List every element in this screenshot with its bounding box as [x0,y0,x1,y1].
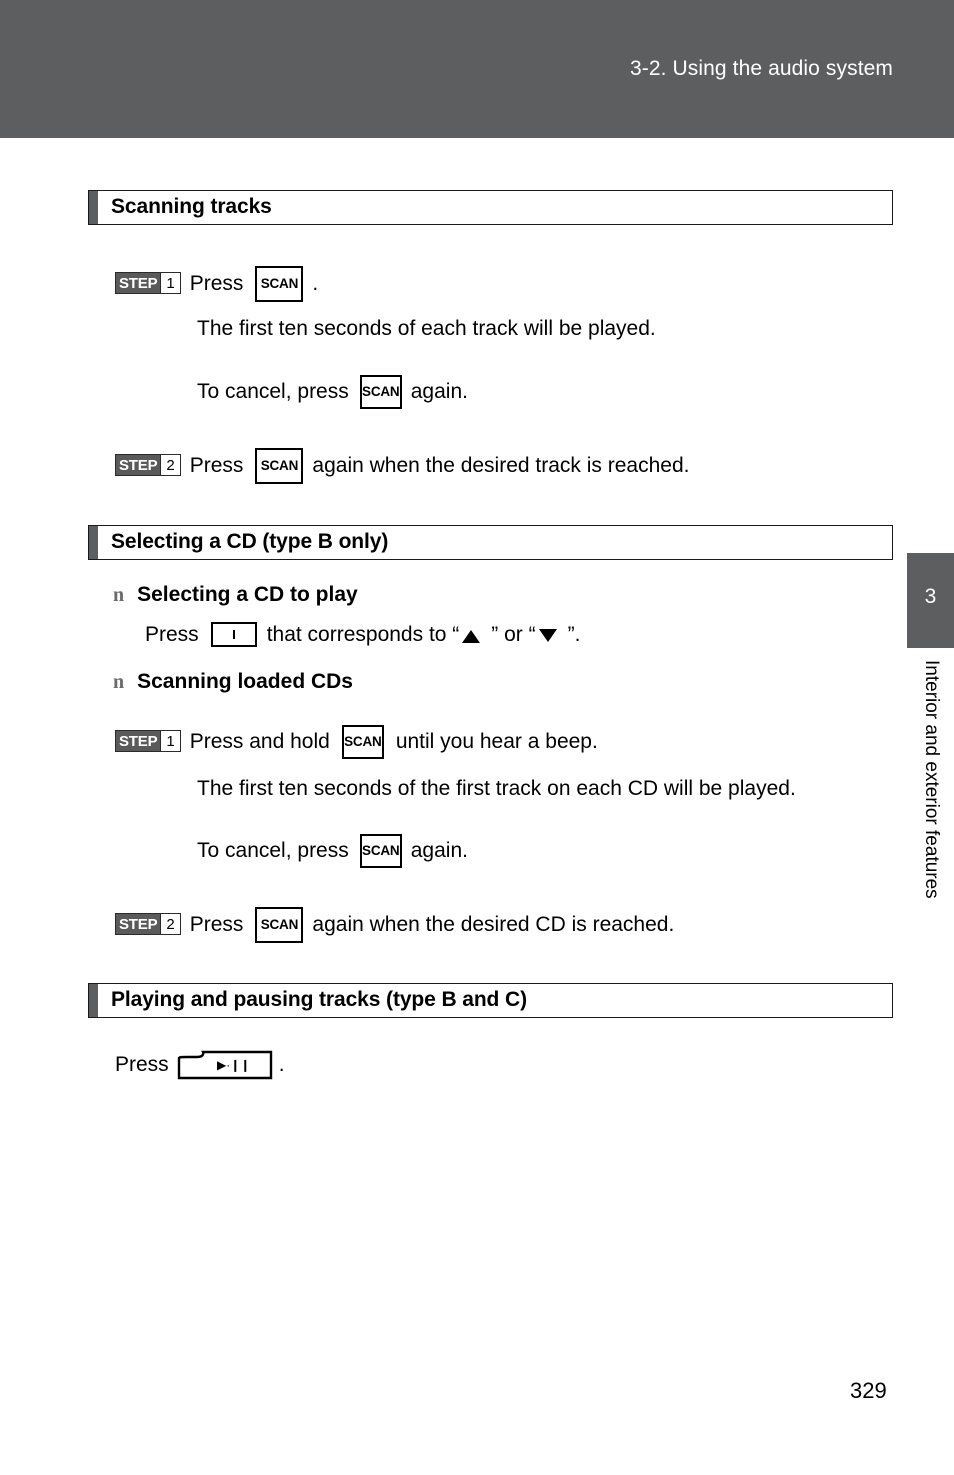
chapter-tab: 3 [907,553,954,648]
subsection-title-selecting-a-cd-to-play: n Selecting a CD to play [113,583,358,607]
step-badge: STEP 2 [115,454,181,476]
play-pause-glyph: ▶·❙❙ [217,1058,251,1072]
press-row-play-pause: Press ▶·❙❙ . [115,1050,285,1080]
note-first-ten-seconds-cd: The first ten seconds of the first track… [197,777,796,801]
section-accent-bar [89,984,98,1017]
section-heading-selecting-a-cd: Selecting a CD (type B only) [88,525,893,560]
section-heading-text: Scanning tracks [111,195,272,218]
note-text-after: again. [410,839,468,862]
play-pause-key[interactable]: ▶·❙❙ [177,1050,273,1080]
scan-key[interactable]: SCAN [255,448,304,484]
step-row-2-2: STEP 2 Press SCAN again when the desired… [115,907,674,943]
scan-key[interactable]: SCAN [341,725,384,759]
step-row-1-1: STEP 1 Press SCAN . [115,266,318,302]
page-header-band: 3-2. Using the audio system [0,0,954,138]
section-heading-scanning-tracks: Scanning tracks [88,190,893,225]
step-badge-number: 2 [160,455,180,475]
section-heading-playing-and-pausing: Playing and pausing tracks (type B and C… [88,983,893,1018]
scan-key[interactable]: SCAN [255,907,304,943]
step-badge-number: 1 [160,273,180,293]
press-text-after: . [278,1053,285,1076]
scan-key-label: SCAN [362,384,400,400]
note-first-ten-seconds-track: The first ten seconds of each track will… [197,317,656,341]
up-triangle-icon [462,630,481,643]
step-badge-word: STEP [116,914,161,934]
chapter-tab-label-text: Interior and exterior features [920,660,942,899]
chapter-tab-label-vertical: Interior and exterior features [907,660,954,960]
step-row-1-2: STEP 2 Press SCAN again when the desired… [115,448,689,484]
note-to-cancel-cd: To cancel, press SCAN again. [197,834,468,868]
document-page: 3-2. Using the audio system 3 Interior a… [0,0,954,1475]
scan-key-label: SCAN [260,917,299,933]
subsection-title-text: Selecting a CD to play [137,583,358,606]
press-text-middle: that corresponds to “ [266,622,460,646]
scan-key-label: SCAN [362,843,400,859]
section-heading-text: Selecting a CD (type B only) [111,530,389,553]
cd-select-key[interactable] [210,622,257,647]
scan-key[interactable]: SCAN [255,266,304,302]
step-badge-number: 2 [160,914,180,934]
note-text-before: To cancel, press [197,839,349,862]
subsection-title-scanning-loaded-cds: n Scanning loaded CDs [113,670,353,694]
scan-key-label: SCAN [260,458,299,474]
scan-key[interactable]: SCAN [359,375,402,409]
step-text-before: Press [189,454,244,477]
step-text-before: Press [189,913,244,936]
press-row-select-cd: Press that corresponds to “ ” or “ ”. [145,622,580,647]
step-text-after: until you hear a beep. [395,730,598,753]
chapter-tab-number: 3 [924,585,937,608]
step-text-before: Press and hold [189,730,330,753]
step-badge-word: STEP [116,273,161,293]
page-header-title: 3-2. Using the audio system [630,57,893,80]
step-badge-word: STEP [116,455,161,475]
press-text-after: ”. [567,622,581,646]
note-text-before: To cancel, press [197,380,349,403]
scan-key-label: SCAN [260,276,299,292]
step-badge: STEP 1 [115,272,181,294]
scan-key[interactable]: SCAN [359,834,402,868]
step-row-2-1: STEP 1 Press and hold SCAN until you hea… [115,725,598,759]
section-accent-bar [89,526,98,559]
step-text-after: . [312,272,319,295]
press-text-before: Press [145,622,199,646]
square-bullet-icon: n [113,670,125,693]
press-text-before: Press [115,1053,169,1076]
step-text-before: Press [189,272,244,295]
section-heading-text: Playing and pausing tracks (type B and C… [111,988,527,1011]
scan-key-label: SCAN [344,734,382,750]
step-text-after: again when the desired track is reached. [312,454,690,477]
step-badge-word: STEP [116,731,161,751]
square-bullet-icon: n [113,583,125,606]
step-badge: STEP 1 [115,730,181,752]
step-text-after: again when the desired CD is reached. [312,913,675,936]
page-number: 329 [850,1378,887,1403]
step-badge-number: 1 [160,731,180,751]
note-to-cancel-track: To cancel, press SCAN again. [197,375,468,409]
vertical-bar-icon [232,630,235,639]
note-text-after: again. [410,380,468,403]
note-text: The first ten seconds of each track will… [197,317,656,340]
press-text-or: ” or “ [491,622,536,646]
section-accent-bar [89,191,98,224]
down-triangle-icon [538,629,557,642]
note-text: The first ten seconds of the first track… [197,777,796,800]
subsection-title-text: Scanning loaded CDs [137,670,353,693]
step-badge: STEP 2 [115,913,181,935]
